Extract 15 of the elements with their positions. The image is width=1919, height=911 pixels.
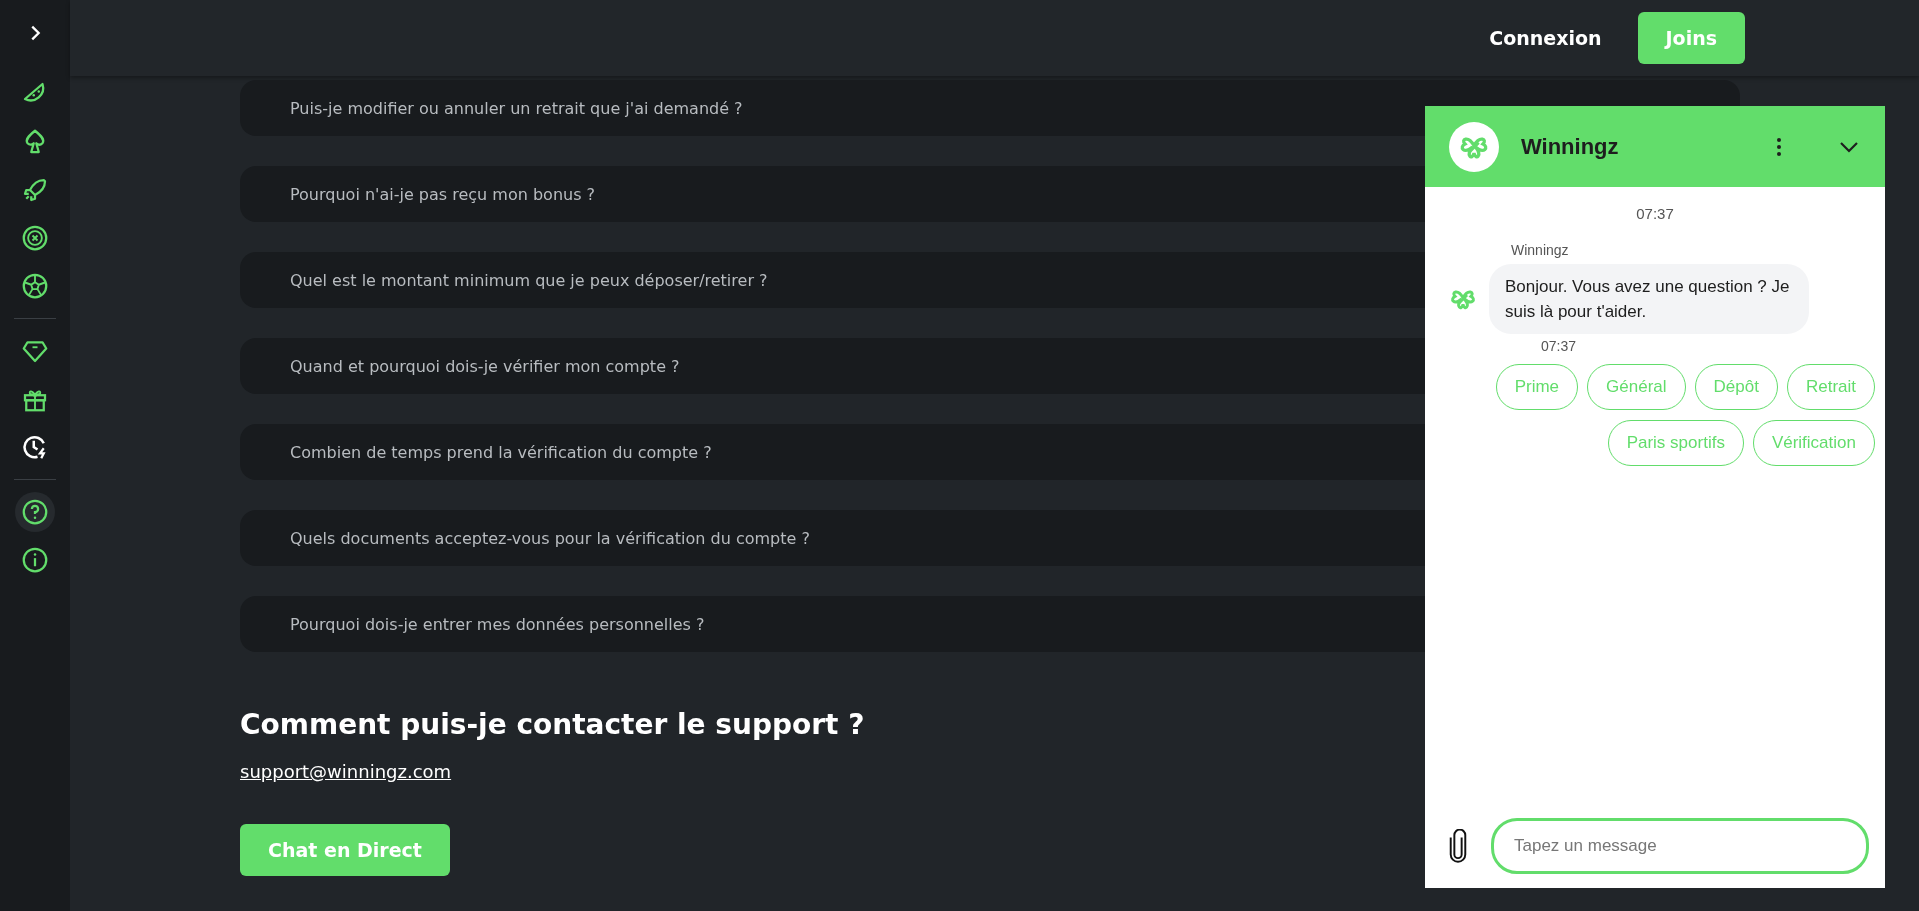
message-time: 07:37 xyxy=(1541,338,1578,354)
message-bubble: Bonjour. Vous avez une question ? Je suis là pour t'aider. xyxy=(1489,264,1809,334)
email-link[interactable]: support@winningz.com xyxy=(240,761,452,782)
attach-icon[interactable] xyxy=(1447,829,1469,863)
chat-title: Winningz xyxy=(1521,133,1620,160)
roulette-icon xyxy=(20,223,50,253)
login-button[interactable]: Connexion xyxy=(1489,27,1602,49)
nav-item[interactable] xyxy=(15,492,55,532)
logo-icon xyxy=(1449,121,1499,172)
message-input[interactable]: Tapez un message xyxy=(1491,818,1869,874)
timestamp: 07:37 xyxy=(1636,205,1674,222)
help-icon xyxy=(20,497,50,527)
section-heading: Comment puis-je contacter le support ? xyxy=(240,708,866,741)
football-icon xyxy=(20,271,50,301)
info-icon xyxy=(20,545,50,575)
